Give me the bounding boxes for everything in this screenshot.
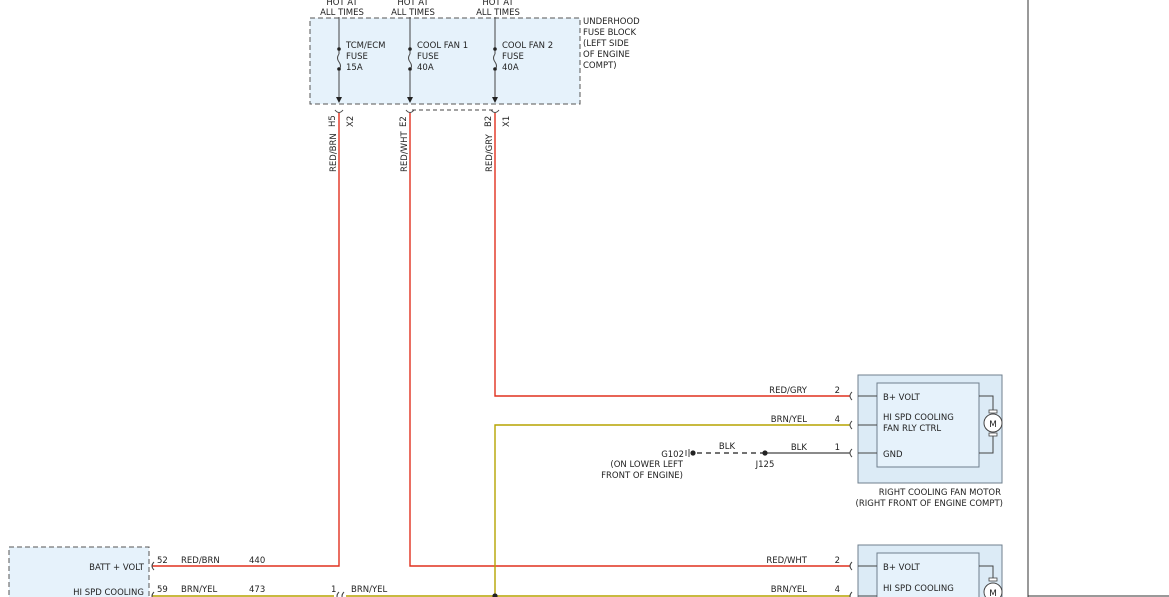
hot-label-2-line-2: ALL TIMES (391, 8, 435, 18)
right-motor-bplus-label: B+ VOLT (883, 393, 921, 403)
ground-circuit: BLK J125 G102 (ON LOWER LEFT FRONT OF EN… (601, 442, 850, 481)
right-motor-pin-2: 2 (835, 386, 840, 396)
hot-label-2-line-1: HOT AT (397, 0, 429, 8)
fuse-2-name-line-2: FUSE (417, 52, 439, 62)
left-module-circuit-440: 440 (249, 556, 265, 566)
motor-symbol-label: M (989, 420, 997, 430)
inline-connector-pin: 1 (331, 585, 336, 595)
fuse-1-name-line-1: TCM/ECM (345, 41, 385, 51)
right-motor-wire-blk: BLK (791, 443, 808, 453)
wire-red-brn-label: RED/BRN (329, 133, 339, 172)
fuse-block-name-line-3: (LEFT SIDE (583, 39, 629, 49)
fuse-block-name-line-2: FUSE BLOCK (583, 28, 636, 38)
splice-j125-label: J125 (755, 460, 775, 470)
bottom-motor-symbol: M (989, 589, 997, 597)
left-module-row-1-label: BATT + VOLT (89, 563, 145, 573)
right-motor-wire-red-gry: RED/GRY (769, 386, 808, 396)
wire-red-brn (152, 113, 340, 567)
pin-h5-label: H5 (328, 115, 338, 127)
fuse-3-name-line-2: FUSE (502, 52, 524, 62)
ground-location-line-1: (ON LOWER LEFT (610, 460, 683, 470)
left-module-wire-red-brn: RED/BRN (181, 556, 220, 566)
wire-red-gry-label: RED/GRY (485, 133, 495, 172)
right-motor-pin-4: 4 (835, 415, 840, 425)
left-cooling-fan-motor: B+ VOLT HI SPD COOLING 2 4 RED/WHT BRN/Y… (766, 544, 1003, 597)
fuse-3-rating: 40A (502, 63, 519, 73)
wire-red-gry (494, 113, 850, 397)
hot-label-1-line-2: ALL TIMES (320, 8, 364, 18)
splice-j125-dot (762, 450, 768, 456)
ground-g102-label: G102 (661, 450, 684, 460)
right-motor-chevron-4 (849, 420, 853, 430)
fuse-3-name-line-1: COOL FAN 2 (502, 41, 553, 51)
right-cooling-fan-motor: B+ VOLT HI SPD COOLING FAN RLY CTRL GND … (769, 374, 1003, 509)
conn-x2-label: X2 (346, 116, 356, 127)
fuse-block-name-line-4: OF ENGINE (583, 50, 630, 60)
connector-chevron-h5 (334, 109, 344, 113)
right-motor-hispd-label-2: FAN RLY CTRL (883, 424, 941, 434)
bottom-motor-wire-brn-yel: BRN/YEL (771, 585, 808, 595)
left-module-row-2-label: HI SPD COOLING (73, 588, 144, 597)
ground-location-line-2: FRONT OF ENGINE) (601, 471, 683, 481)
inline-connector-chevron-1 (336, 591, 340, 597)
left-module-pin-52: 52 (157, 556, 168, 566)
conn-x1-label: X1 (502, 116, 512, 127)
left-module-pin-59: 59 (157, 585, 168, 595)
fuse-block-name-line-5: COMPT) (583, 61, 617, 71)
right-motor-gnd-label: GND (883, 450, 903, 460)
bottom-motor-hispd-label: HI SPD COOLING (883, 584, 954, 594)
bottom-motor-wire-red-wht: RED/WHT (766, 556, 807, 566)
right-motor-caption-1: RIGHT COOLING FAN MOTOR (879, 488, 1001, 498)
right-motor-chevron-1 (849, 448, 853, 458)
wiring-diagram: UNDERHOOD FUSE BLOCK (LEFT SIDE OF ENGIN… (8, 0, 1169, 597)
fuse-2-name-line-1: COOL FAN 1 (417, 41, 468, 51)
splice-dot (492, 593, 498, 597)
pin-e2-label: E2 (399, 116, 409, 127)
hot-label-3-line-1: HOT AT (482, 0, 514, 8)
wire-red-wht-label: RED/WHT (400, 131, 410, 172)
ground-wire-label: BLK (719, 442, 736, 452)
right-motor-chevron-2 (849, 391, 853, 401)
fuse-2-rating: 40A (417, 63, 434, 73)
right-motor-wire-brn-yel: BRN/YEL (771, 415, 808, 425)
pin-b2-label: B2 (484, 116, 494, 127)
right-motor-pin-1: 1 (835, 443, 840, 453)
bottom-motor-pin-2: 2 (835, 556, 840, 566)
fuse-1-name-line-2: FUSE (346, 52, 368, 62)
right-motor-hispd-label-1: HI SPD COOLING (883, 413, 954, 423)
wire-red-wht (409, 113, 850, 567)
underhood-fuse-block: UNDERHOOD FUSE BLOCK (LEFT SIDE OF ENGIN… (309, 0, 640, 127)
fuse-1-rating: 15A (346, 63, 363, 73)
inline-connector-wire: BRN/YEL (351, 585, 388, 595)
fuse-block-name-line-1: UNDERHOOD (583, 17, 640, 27)
bottom-motor-chevron-4 (849, 591, 853, 597)
hot-label-1-line-1: HOT AT (326, 0, 358, 8)
right-motor-caption-2: (RIGHT FRONT OF ENGINE COMPT) (856, 499, 1003, 509)
hot-label-3-line-2: ALL TIMES (476, 8, 520, 18)
left-module-circuit-473: 473 (249, 585, 265, 595)
left-module: BATT + VOLT HI SPD COOLING 52 RED/BRN 44… (8, 546, 388, 597)
inline-connector-chevron-2 (341, 591, 345, 597)
bottom-motor-bplus-label: B+ VOLT (883, 563, 921, 573)
bottom-motor-chevron-2 (849, 561, 853, 571)
left-module-wire-brn-yel: BRN/YEL (181, 585, 218, 595)
ground-g102-dot (690, 450, 696, 456)
bottom-motor-pin-4: 4 (835, 585, 840, 595)
